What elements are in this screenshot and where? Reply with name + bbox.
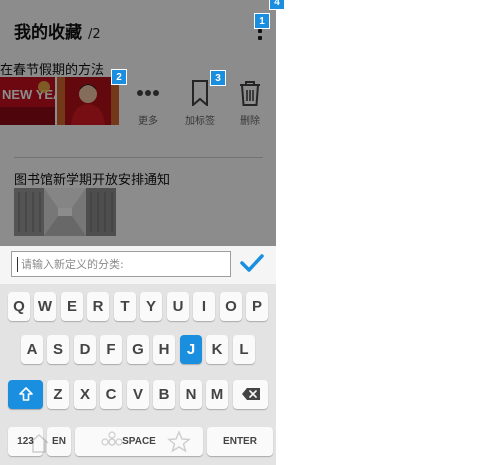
ghost-star-icon (167, 430, 191, 453)
text-caret (17, 257, 18, 272)
badge-3: 3 (210, 70, 226, 86)
key-k[interactable]: K (206, 335, 228, 364)
shift-arrow-icon (18, 387, 33, 401)
key-f[interactable]: F (100, 335, 122, 364)
key-n[interactable]: N (180, 380, 202, 409)
category-input-bar (0, 246, 276, 284)
key-q[interactable]: Q (8, 292, 30, 321)
badge-4: 4 (269, 0, 285, 10)
checkmark-icon[interactable] (240, 253, 264, 273)
key-w[interactable]: W (34, 292, 56, 321)
key-c[interactable]: C (100, 380, 122, 409)
dim-overlay (0, 0, 276, 250)
ghost-home-icon (29, 433, 49, 453)
key-z[interactable]: Z (47, 380, 69, 409)
badge-2: 2 (111, 69, 127, 85)
key-l[interactable]: L (233, 335, 255, 364)
key-d[interactable]: D (74, 335, 96, 364)
language-key[interactable]: EN (47, 427, 71, 456)
key-i[interactable]: I (193, 292, 215, 321)
key-j-highlighted[interactable]: J (180, 335, 202, 364)
key-m[interactable]: M (206, 380, 228, 409)
enter-key[interactable]: ENTER (207, 427, 273, 456)
key-x[interactable]: X (74, 380, 96, 409)
key-r[interactable]: R (87, 292, 109, 321)
key-v[interactable]: V (127, 380, 149, 409)
shift-key[interactable] (8, 380, 43, 409)
badge-1: 1 (254, 13, 270, 29)
backspace-icon (241, 388, 260, 400)
key-g[interactable]: G (127, 335, 149, 364)
phone-screen: 我的收藏/2 在春节假期的方法 NEW YEAR 更多 加标签 (0, 0, 276, 465)
key-y[interactable]: Y (140, 292, 162, 321)
ghost-flower-icon (101, 431, 123, 446)
key-s[interactable]: S (47, 335, 69, 364)
key-u[interactable]: U (167, 292, 189, 321)
key-a[interactable]: A (21, 335, 43, 364)
key-p[interactable]: P (246, 292, 268, 321)
key-o[interactable]: O (220, 292, 242, 321)
key-h[interactable]: H (153, 335, 175, 364)
category-input-box[interactable] (11, 251, 231, 277)
category-input[interactable] (21, 254, 221, 274)
key-b[interactable]: B (153, 380, 175, 409)
key-e[interactable]: E (61, 292, 83, 321)
backspace-key[interactable] (233, 380, 268, 409)
key-t[interactable]: T (114, 292, 136, 321)
